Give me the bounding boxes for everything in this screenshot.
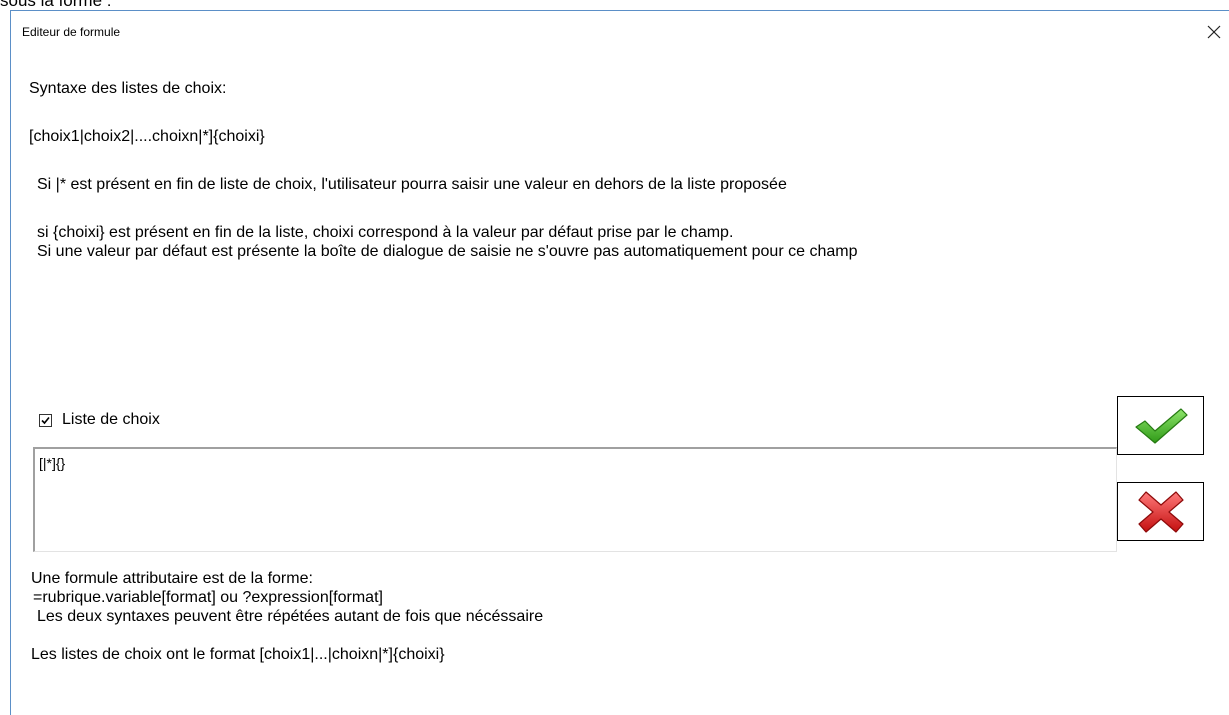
formula-input[interactable]	[33, 447, 1117, 552]
choice-list-checkbox-row[interactable]: Liste de choix	[39, 411, 160, 429]
close-icon	[1207, 25, 1221, 39]
syntax-heading: Syntaxe des listes de choix:	[29, 80, 227, 97]
title-bar[interactable]: Editeur de formule	[11, 11, 1229, 53]
help-note-free-value: Si |* est présent en fin de liste de cho…	[37, 176, 787, 193]
footer-line-1: Une formule attributaire est de la forme…	[31, 570, 313, 587]
choice-list-checkbox[interactable]	[39, 413, 52, 427]
cancel-button[interactable]	[1117, 482, 1204, 541]
footer-line-4: Les listes de choix ont le format [choix…	[31, 646, 445, 663]
choice-list-label: Liste de choix	[62, 411, 160, 428]
footer-line-2: =rubrique.variable[format] ou ?expressio…	[33, 589, 383, 606]
help-note-default-value: si {choixi} est présent en fin de la lis…	[37, 224, 734, 241]
help-note-dialog-behavior: Si une valeur par défaut est présente la…	[37, 243, 858, 260]
dialog-title: Editeur de formule	[22, 25, 121, 39]
checkmark-small-icon	[41, 416, 50, 424]
syntax-example: [choix1|choix2|....choixn|*]{choixi}	[29, 128, 265, 145]
footer-line-3: Les deux syntaxes peuvent être répétées …	[37, 608, 544, 625]
ok-button[interactable]	[1117, 396, 1204, 455]
red-x-icon	[1137, 490, 1184, 533]
formula-editor-dialog: Editeur de formule Syntaxe des listes de…	[10, 10, 1229, 715]
checkmark-icon	[1134, 407, 1188, 444]
close-button[interactable]	[1199, 17, 1229, 47]
